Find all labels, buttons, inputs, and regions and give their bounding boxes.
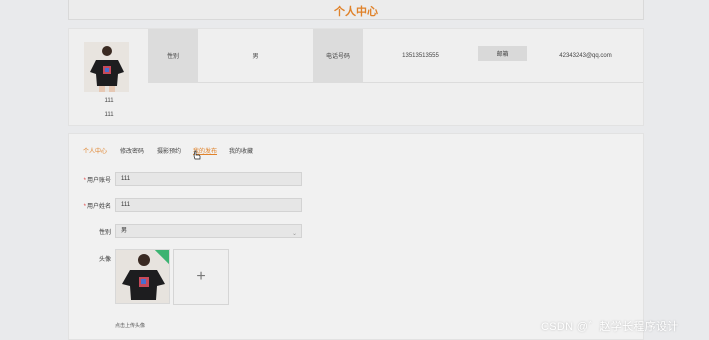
watermark: CSDN @゛赵学长程序设计 xyxy=(541,321,679,333)
avatar-field-label: 头像 xyxy=(98,257,111,263)
gender-select[interactable]: 男 ⌄ xyxy=(115,224,302,238)
gender-select-value: 男 xyxy=(121,228,128,234)
profile-info-table: 性别 男 电话号码 13513513555 42343243@qq.com xyxy=(148,29,643,83)
email-value: 42343243@qq.com xyxy=(559,52,612,59)
tab-my-favorites[interactable]: 我的收藏 xyxy=(229,146,253,155)
account-label: 用户账号 xyxy=(86,178,111,184)
page-title: 个人中心 xyxy=(334,6,378,18)
avatar-preview[interactable] xyxy=(115,249,170,304)
avatar xyxy=(84,42,129,92)
required-mark: * xyxy=(83,178,86,184)
account-label-wrap: *用户账号 xyxy=(71,175,111,184)
email-label: 邮箱 xyxy=(478,46,527,61)
gender-label: 性别 xyxy=(148,29,198,82)
page-header: 个人中心 xyxy=(68,0,644,20)
required-mark: * xyxy=(83,204,86,210)
phone-value: 13513513555 xyxy=(402,52,439,59)
upload-tip: 点击上传头像 xyxy=(115,323,146,329)
tab-photo-booking[interactable]: 摄影预约 xyxy=(157,146,181,155)
gender-field-label: 性别 xyxy=(98,230,111,236)
name-label-wrap: *用户姓名 xyxy=(71,201,111,210)
nickname-secondary: 111 xyxy=(104,112,114,118)
profile-info-card: 111 111 性别 男 电话号码 13513513555 42343243@q… xyxy=(68,28,644,126)
account-input[interactable]: 111 xyxy=(115,172,302,186)
chevron-down-icon: ⌄ xyxy=(291,231,297,237)
phone-label: 电话号码 xyxy=(313,29,363,82)
name-input[interactable]: 111 xyxy=(115,198,302,212)
tab-change-password[interactable]: 修改密码 xyxy=(120,146,144,155)
tab-personal-center[interactable]: 个人中心 xyxy=(83,146,107,155)
upload-avatar-button[interactable]: + xyxy=(173,249,229,305)
nickname: 111 xyxy=(104,98,114,104)
personal-center-panel: 个人中心 修改密码 摄影预约 我的发布 我的收藏 *用户账号 111 *用户姓名… xyxy=(68,133,644,340)
name-label: 用户姓名 xyxy=(86,204,111,210)
gender-value: 男 xyxy=(252,54,259,60)
hand-cursor-icon xyxy=(193,150,201,160)
